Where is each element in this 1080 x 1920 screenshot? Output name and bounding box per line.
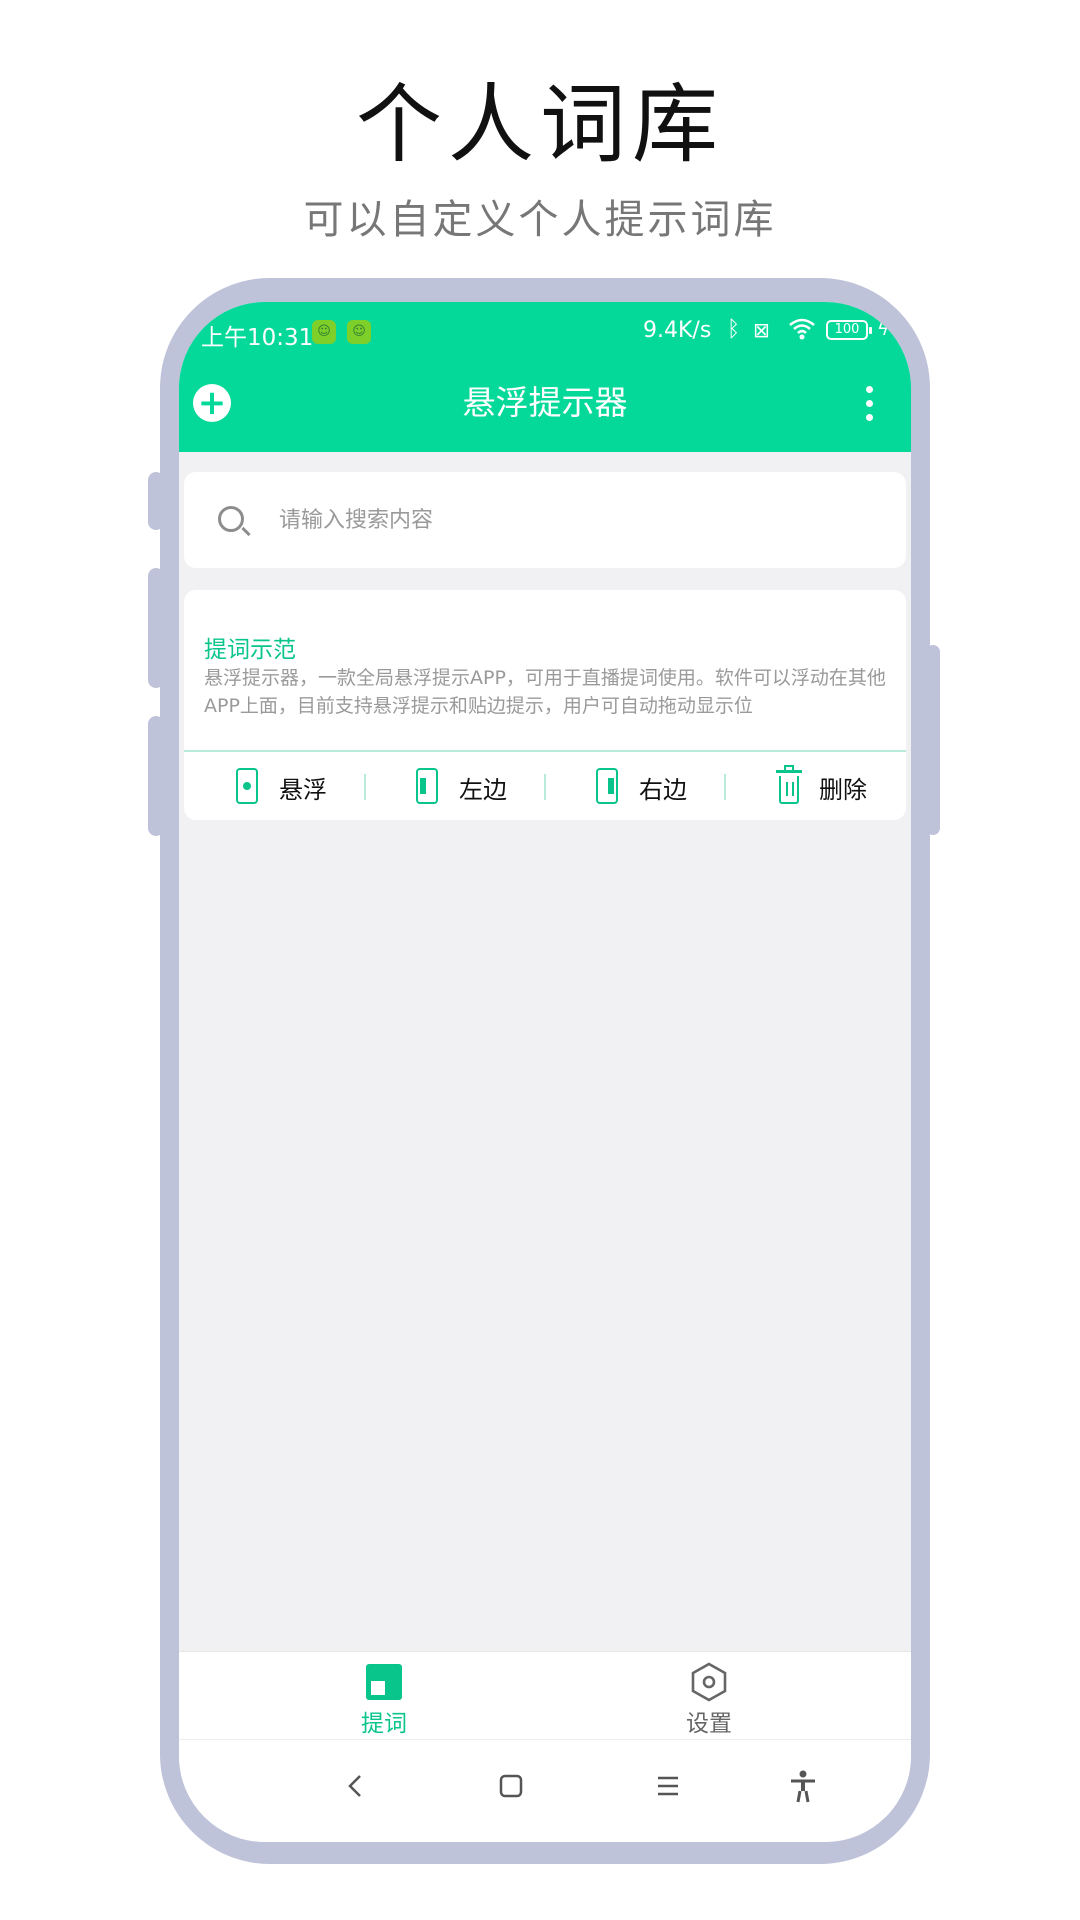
home-button[interactable] <box>491 1766 531 1806</box>
menu-icon <box>658 1776 678 1796</box>
dock-right-icon <box>596 768 618 804</box>
more-vertical-icon <box>866 386 873 393</box>
sim-icon: ⊠ <box>753 318 770 342</box>
back-button[interactable] <box>336 1766 376 1806</box>
delete-label: 删除 <box>819 776 867 804</box>
bottom-nav: 提词 设置 <box>179 1651 911 1739</box>
float-label: 悬浮 <box>279 776 327 804</box>
phone-screen: 上午10:31 ☺ ☺ 9.4K/s ᛒ ⊠ 100 ϟ + 悬浮提示器 请输入… <box>179 302 911 1842</box>
float-button[interactable]: 悬浮 <box>184 752 364 820</box>
home-icon <box>499 1774 523 1798</box>
wifi-icon <box>788 316 816 350</box>
battery-icon: 100 <box>826 320 872 340</box>
search-icon <box>218 506 244 532</box>
phone-side-button <box>148 716 164 836</box>
promo-title: 个人词库 <box>356 75 724 175</box>
tab-prompt-label: 提词 <box>361 1711 407 1737</box>
float-window-icon <box>236 768 258 804</box>
phone-side-button <box>148 568 164 688</box>
search-box[interactable] <box>184 472 906 568</box>
trash-icon <box>776 765 802 804</box>
tab-settings[interactable]: 设置 <box>629 1652 789 1740</box>
more-menu-button[interactable] <box>859 384 881 424</box>
system-nav-bar <box>179 1739 911 1842</box>
status-time: 上午10:31 <box>201 325 314 351</box>
dock-left-button[interactable]: 左边 <box>364 752 544 820</box>
accessibility-icon <box>791 1770 815 1803</box>
notification-app-icon: ☺ <box>347 320 371 344</box>
card-description: 悬浮提示器，一款全局悬浮提示APP，可用于直播提词使用。软件可以浮动在其他APP… <box>204 667 886 717</box>
promo-subtitle: 可以自定义个人提示词库 <box>303 197 777 243</box>
app-title: 悬浮提示器 <box>462 383 628 422</box>
phone-side-button <box>926 645 940 835</box>
tab-prompt[interactable]: 提词 <box>304 1652 464 1740</box>
search-input[interactable] <box>279 496 879 544</box>
phone-side-button <box>148 472 164 530</box>
back-icon <box>348 1775 361 1797</box>
network-speed: 9.4K/s <box>643 318 712 343</box>
dock-left-icon <box>416 768 438 804</box>
prompt-icon <box>366 1664 402 1700</box>
dock-left-label: 左边 <box>459 776 507 804</box>
settings-icon <box>690 1662 728 1702</box>
bluetooth-icon: ᛒ <box>727 317 741 342</box>
delete-button[interactable]: 删除 <box>724 752 904 820</box>
accessibility-button[interactable] <box>783 1766 823 1806</box>
charging-icon: ϟ <box>877 319 889 340</box>
dock-right-label: 右边 <box>639 776 687 804</box>
notification-app-icon: ☺ <box>312 320 336 344</box>
status-bar: 上午10:31 ☺ ☺ 9.4K/s ᛒ ⊠ 100 ϟ <box>179 302 911 364</box>
prompt-card[interactable]: 提词示范 悬浮提示器，一款全局悬浮提示APP，可用于直播提词使用。软件可以浮动在… <box>184 590 906 820</box>
dock-right-button[interactable]: 右边 <box>544 752 724 820</box>
app-header: 上午10:31 ☺ ☺ 9.4K/s ᛒ ⊠ 100 ϟ + 悬浮提示器 <box>179 302 911 452</box>
card-actions: 悬浮 左边 右边 删除 <box>184 752 906 820</box>
tab-settings-label: 设置 <box>686 1711 732 1737</box>
promo-page: 个人词库 可以自定义个人提示词库 上午10:31 ☺ ☺ 9.4K/s ᛒ ⊠ … <box>0 0 1080 1920</box>
card-title: 提词示范 <box>204 637 296 663</box>
recents-button[interactable] <box>648 1766 688 1806</box>
